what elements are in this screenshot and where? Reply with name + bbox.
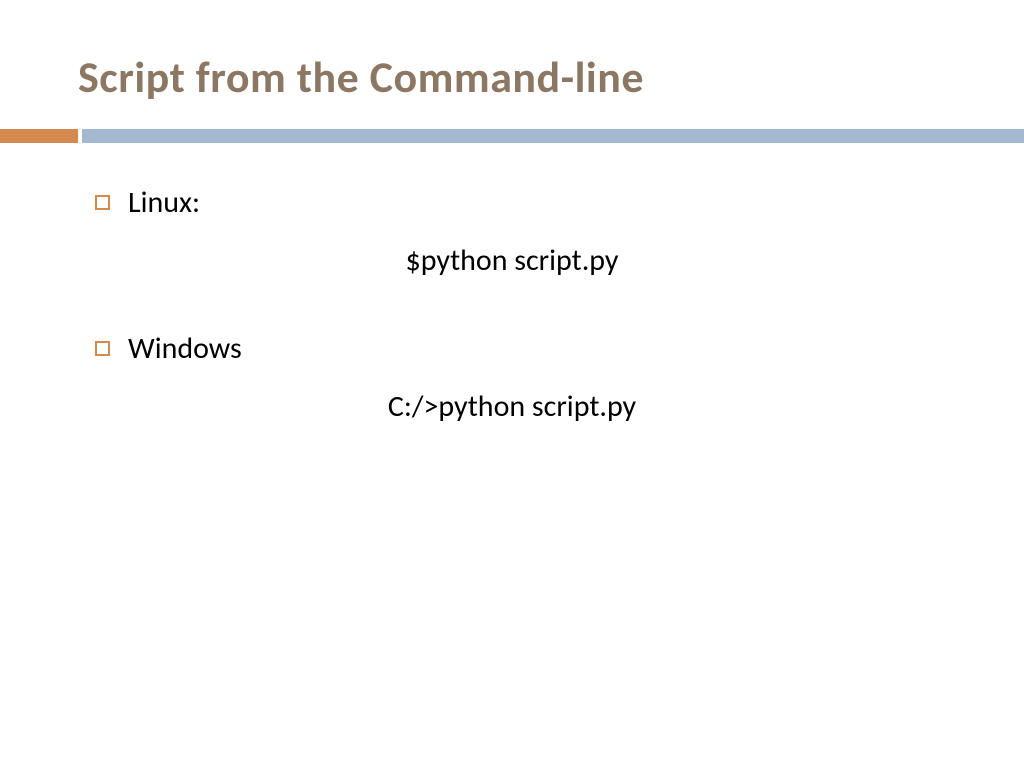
list-item: Windows [95, 329, 929, 368]
bullet-square-icon [95, 341, 110, 356]
slide-title: Script from the Command-line [0, 50, 1024, 129]
presentation-slide: Script from the Command-line Linux: $pyt… [0, 0, 1024, 768]
list-item: Linux: [95, 183, 929, 222]
title-divider [0, 129, 1024, 143]
bullet-label: Windows [128, 329, 242, 368]
bullet-label: Linux: [128, 183, 200, 222]
divider-accent-blue [82, 129, 1024, 143]
divider-accent-orange [0, 129, 78, 143]
bullet-square-icon [95, 195, 110, 210]
slide-content: Linux: $python script.py Windows C:/>pyt… [0, 143, 1024, 425]
command-text: C:/>python script.py [95, 388, 929, 425]
command-text: $python script.py [95, 242, 929, 279]
